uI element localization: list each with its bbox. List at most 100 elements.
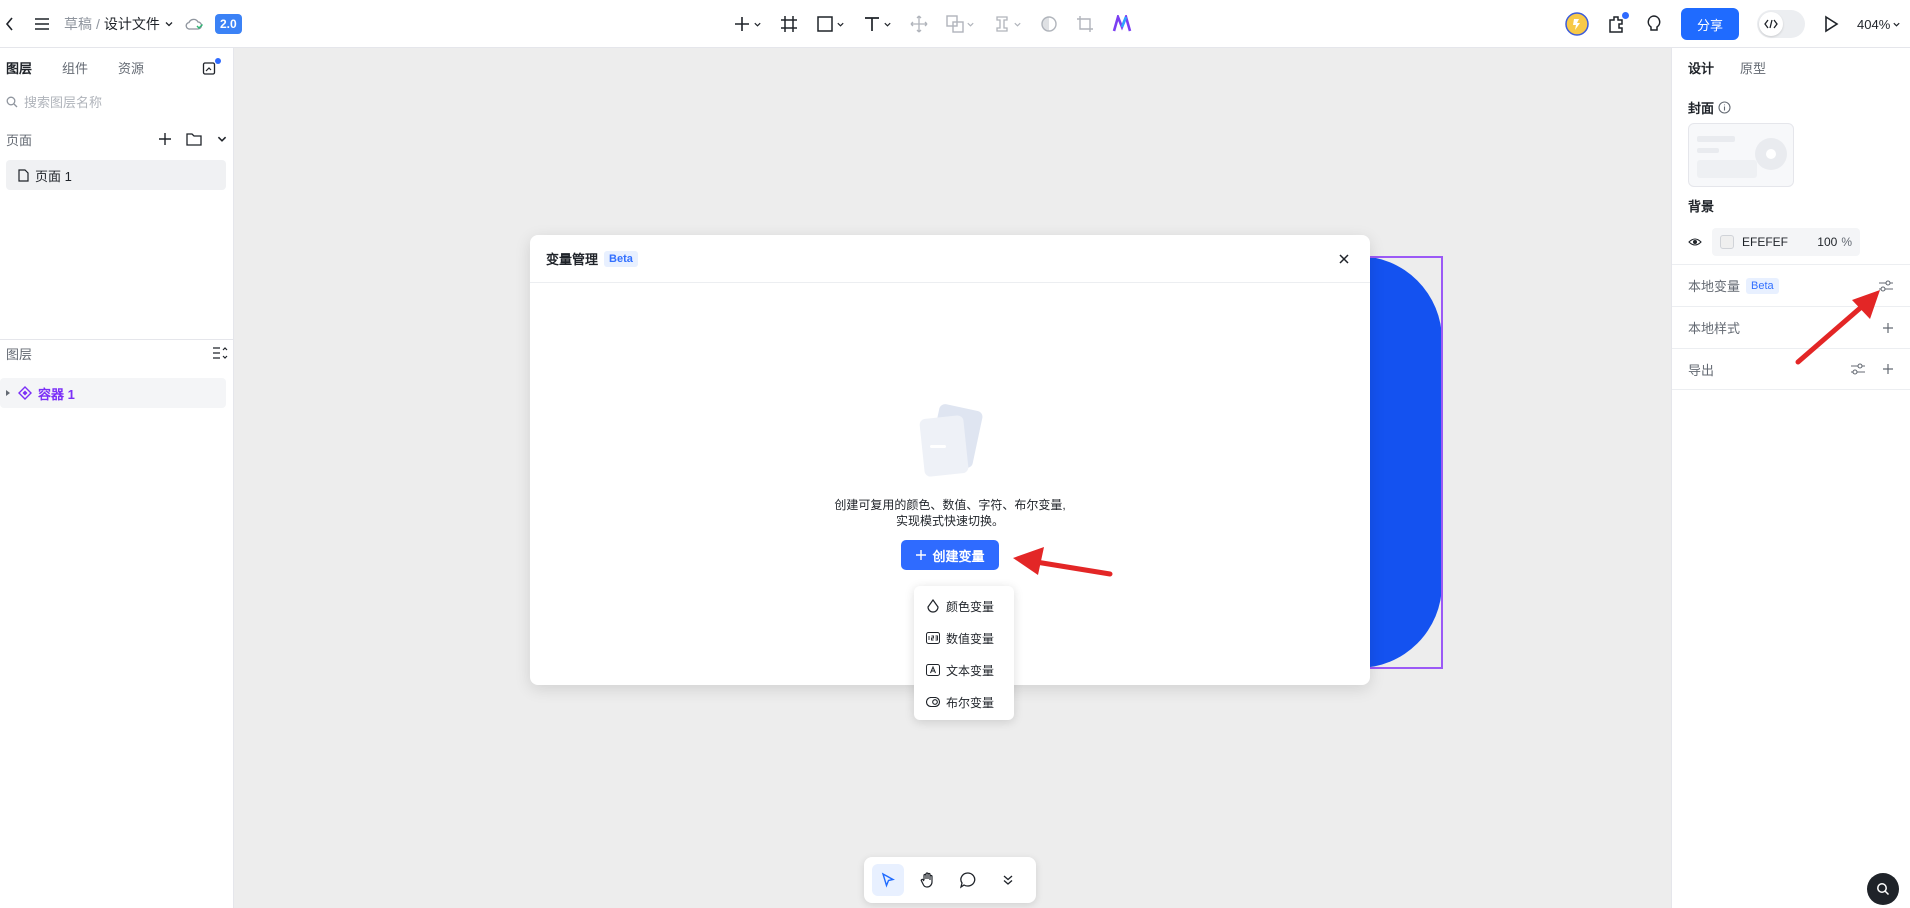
zoom-level: 404%: [1857, 16, 1891, 32]
local-styles-row: 本地样式: [1672, 306, 1910, 348]
hand-tool-button[interactable]: [912, 864, 944, 896]
cover-header: 封面: [1688, 98, 1731, 117]
chevron-down-icon: [884, 22, 891, 27]
page-item[interactable]: 页面 1: [6, 160, 226, 190]
background-hex[interactable]: EFEFEF: [1742, 235, 1788, 249]
menu-item-text-variable[interactable]: 文本变量: [914, 654, 1014, 686]
add-style-icon[interactable]: [1882, 322, 1894, 334]
boolean-tool[interactable]: [946, 8, 975, 40]
plugins-button[interactable]: [1607, 12, 1629, 34]
version-badge[interactable]: 2.0: [215, 14, 242, 34]
search-icon: [6, 96, 18, 107]
frame-tool[interactable]: [780, 8, 798, 40]
text-icon: [865, 17, 879, 31]
ai-logo-icon: [1112, 15, 1132, 32]
back-button[interactable]: [4, 0, 16, 48]
divider: [0, 339, 234, 340]
select-tool-button[interactable]: [872, 864, 904, 896]
chevron-down-icon[interactable]: [216, 133, 228, 145]
opacity-unit: %: [1841, 235, 1852, 249]
more-tools-button[interactable]: [992, 864, 1024, 896]
chevron-down-icon: [754, 22, 761, 27]
comment-tool-button[interactable]: [952, 864, 984, 896]
crop-icon: [1077, 16, 1093, 32]
user-avatar[interactable]: [1565, 12, 1589, 36]
dev-mode-toggle[interactable]: [1757, 10, 1806, 38]
plus-icon: [916, 550, 927, 560]
layer-item[interactable]: 容器 1: [0, 378, 226, 408]
cover-thumbnail[interactable]: [1688, 123, 1794, 187]
zoom-dropdown[interactable]: 404%: [1857, 8, 1901, 40]
menu-item-label: 文本变量: [946, 663, 995, 678]
layer-options-icon[interactable]: [212, 346, 228, 360]
text-tool[interactable]: [863, 8, 892, 40]
present-button[interactable]: [1823, 15, 1839, 33]
file-name[interactable]: 设计文件: [104, 14, 160, 34]
page-icon: [18, 168, 29, 182]
search-fab[interactable]: [1867, 873, 1899, 905]
move-arrows-icon: [910, 15, 928, 33]
menu-item-color-variable[interactable]: 颜色变量: [914, 590, 1014, 622]
settings-sliders-icon[interactable]: [1850, 362, 1866, 376]
toggle-icon: [926, 697, 940, 707]
breadcrumb-parent[interactable]: 草稿: [64, 14, 92, 34]
create-variable-button[interactable]: 创建变量: [901, 540, 999, 570]
chevron-down-icon: [837, 22, 844, 27]
menu-item-boolean-variable[interactable]: 布尔变量: [914, 686, 1014, 718]
breadcrumb: 草稿 / 设计文件: [64, 0, 174, 48]
mask-tool[interactable]: [1040, 8, 1058, 40]
search-placeholder: 搜索图层名称: [24, 95, 103, 110]
settings-sliders-icon[interactable]: [1878, 279, 1894, 293]
tab-prototype[interactable]: 原型: [1740, 58, 1766, 77]
layers-title: 图层: [6, 346, 33, 362]
background-opacity[interactable]: 100: [1817, 235, 1837, 249]
tab-layers[interactable]: 图层: [6, 58, 32, 77]
hand-icon: [920, 872, 933, 888]
expand-arrow-icon[interactable]: [4, 389, 12, 397]
play-icon: [1825, 15, 1839, 33]
menu-item-number-variable[interactable]: 数值变量: [914, 622, 1014, 654]
layer-search[interactable]: 搜索图层名称: [6, 92, 102, 111]
export-label: 导出: [1688, 362, 1715, 378]
chevron-down-icon: [1014, 22, 1021, 27]
ai-tool[interactable]: [1112, 8, 1132, 40]
inspire-button[interactable]: [1645, 14, 1663, 34]
eye-icon[interactable]: [1688, 237, 1702, 247]
empty-state-line1: 创建可复用的颜色、数值、字符、布尔变量,: [834, 498, 1066, 512]
pages-header: 页面: [6, 127, 228, 151]
edit-page-button[interactable]: [202, 58, 221, 76]
dialog-header: 变量管理 Beta: [530, 235, 1370, 283]
tab-design[interactable]: 设计: [1688, 58, 1714, 77]
menu-button[interactable]: [34, 0, 50, 48]
chevron-down-icon[interactable]: [164, 19, 174, 29]
local-variables-row: 本地变量 Beta: [1672, 264, 1910, 306]
auto-layout-tool[interactable]: [910, 8, 928, 40]
notification-dot: [215, 58, 221, 64]
rectangle-icon: [817, 16, 833, 32]
cloud-sync-status[interactable]: [185, 0, 203, 48]
insert-tool[interactable]: [733, 8, 762, 40]
add-export-icon[interactable]: [1882, 363, 1894, 375]
component-tool[interactable]: [993, 8, 1022, 40]
chevron-down-icon: [1893, 22, 1900, 27]
close-button[interactable]: [1334, 249, 1354, 269]
tab-components[interactable]: 组件: [62, 58, 88, 77]
breadcrumb-separator: /: [96, 16, 100, 32]
folder-icon[interactable]: [186, 132, 202, 146]
info-icon[interactable]: [1718, 101, 1731, 114]
cursor-icon: [881, 872, 895, 888]
shape-tool[interactable]: [816, 8, 845, 40]
add-page-icon[interactable]: [158, 132, 172, 146]
cloud-check-icon: [185, 18, 203, 30]
background-color-field[interactable]: EFEFEF 100 %: [1712, 228, 1860, 256]
right-panel: 设计 原型 封面 背景 EFEFEF 100 % 本地变量 Beta 本地样式 …: [1671, 48, 1910, 908]
color-swatch[interactable]: [1720, 235, 1734, 249]
tab-assets[interactable]: 资源: [118, 58, 144, 77]
menu-item-label: 布尔变量: [946, 695, 995, 710]
pages-title: 页面: [6, 132, 33, 148]
top-toolbar: 草稿 / 设计文件 2.0 分享 404%: [0, 0, 1910, 48]
crop-tool[interactable]: [1076, 8, 1094, 40]
cover-placeholder-icon: [1697, 136, 1787, 178]
color-drop-icon: [927, 599, 939, 613]
share-button[interactable]: 分享: [1681, 8, 1740, 40]
